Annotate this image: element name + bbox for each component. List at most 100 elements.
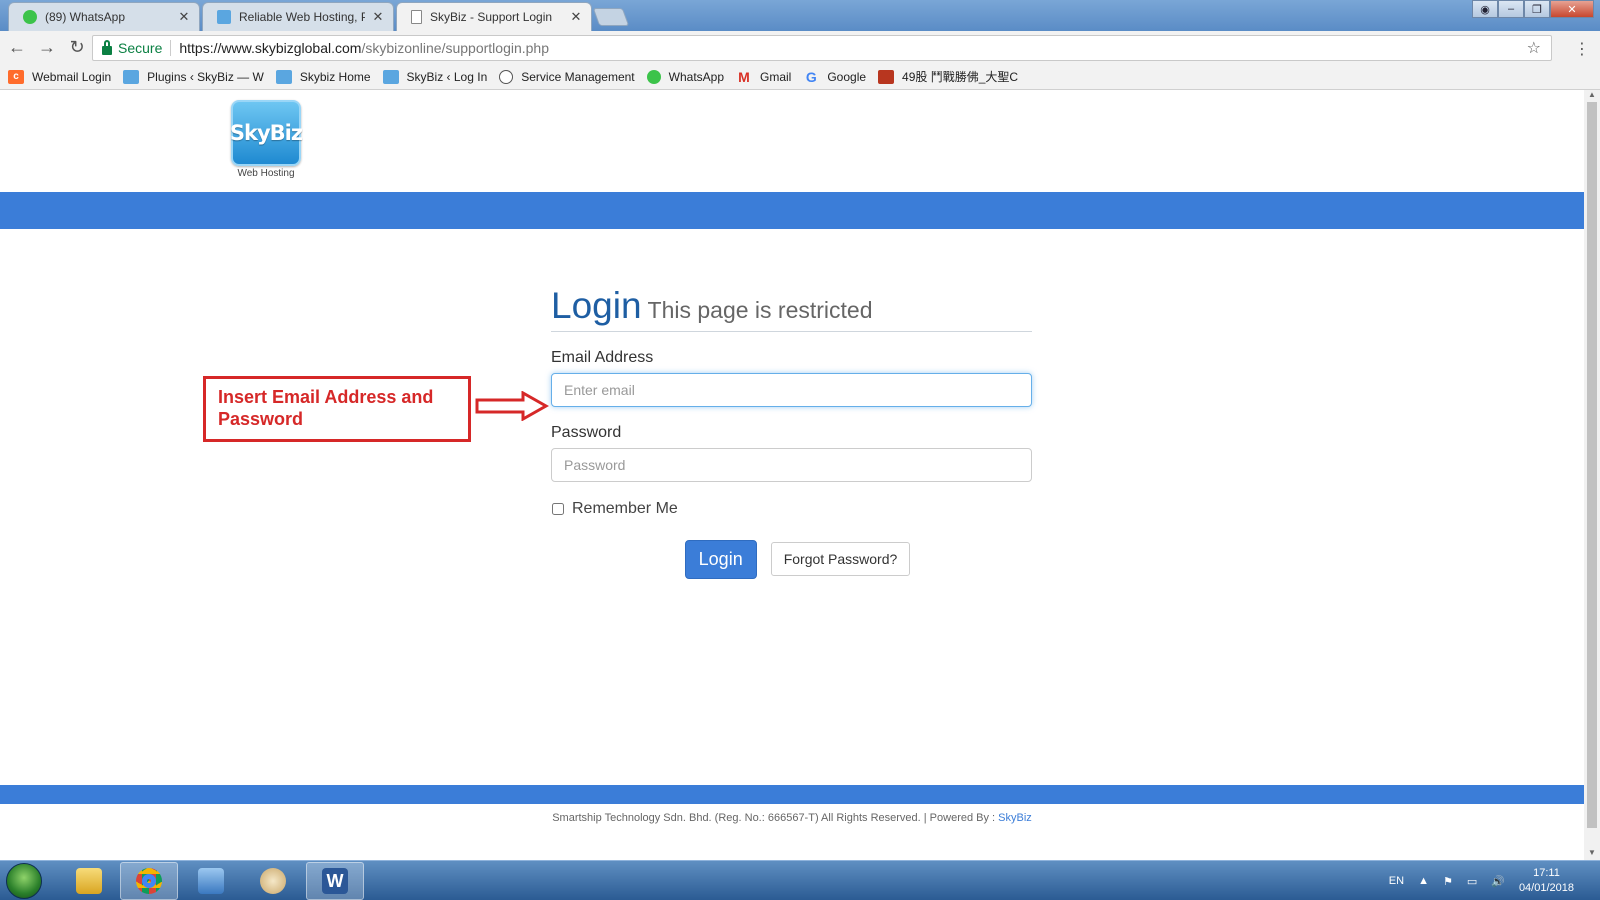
tab-reliable-web-hosting[interactable]: Reliable Web Hosting, Pr ✕ <box>202 2 394 31</box>
login-button[interactable]: Login <box>684 540 757 579</box>
browser-tab-strip: (89) WhatsApp ✕ Reliable Web Hosting, Pr… <box>0 0 1600 31</box>
footer-skybiz-link[interactable]: SkyBiz <box>998 812 1032 824</box>
taskbar-chrome[interactable] <box>120 862 178 900</box>
logo-badge: SkyBiz <box>229 100 303 166</box>
remember-me-row: Remember Me <box>551 500 1032 518</box>
bookmark-whatsapp[interactable]: WhatsApp <box>646 69 724 84</box>
windows-start-icon[interactable] <box>6 863 42 899</box>
skybiz-icon <box>275 69 292 84</box>
remember-me-checkbox[interactable] <box>552 503 564 515</box>
bookmark-label: 49股 鬥戰勝佛_大聖C <box>902 70 1019 84</box>
forgot-password-button[interactable]: Forgot Password? <box>770 542 911 576</box>
file-explorer-icon <box>76 868 102 894</box>
page-icon <box>411 10 422 24</box>
tab-title: Reliable Web Hosting, Pr <box>239 10 365 24</box>
footer-band <box>0 785 1584 804</box>
lock-icon <box>102 39 112 55</box>
network-icon[interactable]: ▭ <box>1467 875 1477 888</box>
google-icon: G <box>805 68 817 85</box>
whatsapp-icon <box>23 10 37 24</box>
bookmark-label: WhatsApp <box>668 69 724 84</box>
whatsapp-icon <box>646 69 661 84</box>
skybiz-logo[interactable]: SkyBiz Web Hosting <box>229 100 303 180</box>
login-heading: Login This page is restricted <box>551 285 1032 332</box>
close-icon[interactable]: ✕ <box>371 9 385 25</box>
user-icon[interactable]: ◉ <box>1472 0 1498 18</box>
reload-icon[interactable]: ↻ <box>64 35 90 61</box>
gmail-icon: M <box>738 68 750 85</box>
bookmark-service-management[interactable]: Service Management <box>499 69 635 84</box>
taskbar-file-explorer[interactable] <box>60 862 118 900</box>
bookmark-label: Service Management <box>521 69 635 84</box>
back-arrow-icon[interactable]: ← <box>4 35 30 61</box>
page-scrollbar[interactable]: ▲ ▼ <box>1584 90 1600 860</box>
chrome-icon <box>136 868 162 894</box>
url-path: /skybizonline/supportlogin.php <box>361 40 550 56</box>
cpanel-icon: c <box>8 69 24 84</box>
bookmark-gmail[interactable]: M Gmail <box>736 68 791 85</box>
remember-me-label: Remember Me <box>572 500 678 517</box>
bookmark-label: SkyBiz ‹ Log In <box>406 69 488 84</box>
remote-desktop-icon <box>198 868 224 894</box>
restore-button[interactable]: ❐ <box>1524 0 1550 18</box>
close-icon[interactable]: ✕ <box>177 9 191 25</box>
taskbar-remote-desktop[interactable] <box>182 862 240 900</box>
skybiz-icon <box>217 10 231 24</box>
taskbar-paint[interactable] <box>244 862 302 900</box>
bookmark-label: Google <box>827 69 867 84</box>
new-tab-button[interactable] <box>592 8 630 26</box>
login-title: Login <box>551 285 642 326</box>
action-center-flag-icon[interactable]: ⚑ <box>1443 875 1453 888</box>
tab-title: (89) WhatsApp <box>45 10 126 24</box>
language-indicator[interactable]: EN <box>1389 875 1404 887</box>
address-bar[interactable]: Secure https://www.skybizglobal.com/skyb… <box>92 35 1552 61</box>
footer-text: Smartship Technology Sdn. Bhd. (Reg. No.… <box>552 812 999 824</box>
bookmark-webmail-login[interactable]: c Webmail Login <box>8 69 112 84</box>
tab-whatsapp[interactable]: (89) WhatsApp ✕ <box>8 2 200 31</box>
bookmark-star-icon[interactable]: ☆ <box>1527 38 1541 58</box>
logo-text: SkyBiz <box>229 121 303 145</box>
password-label: Password <box>551 424 622 441</box>
tab-skybiz-support-login[interactable]: SkyBiz - Support Login ✕ <box>396 2 592 31</box>
annotation-text: Insert Email Address and Password <box>218 387 434 429</box>
email-label: Email Address <box>551 349 654 366</box>
scroll-thumb[interactable] <box>1587 102 1597 828</box>
logo-subtitle: Web Hosting <box>237 168 295 179</box>
clock[interactable]: 17:11 04/01/2018 <box>1519 866 1574 896</box>
taskbar: W EN ▲ ⚑ ▭ 🔊 17:11 04/01/2018 <box>0 860 1600 900</box>
separator <box>170 40 172 56</box>
button-row: Login Forgot Password? <box>551 540 1032 579</box>
email-field[interactable] <box>551 373 1032 407</box>
servicenow-icon <box>499 69 514 84</box>
minimize-button[interactable]: – <box>1498 0 1524 18</box>
footer: Smartship Technology Sdn. Bhd. (Reg. No.… <box>0 812 1584 824</box>
login-form: Login This page is restricted Email Addre… <box>551 285 1032 579</box>
forward-arrow-icon[interactable]: → <box>34 35 60 61</box>
word-icon: W <box>322 868 348 894</box>
show-hidden-icons-icon[interactable]: ▲ <box>1418 875 1429 887</box>
skybiz-icon <box>123 69 140 84</box>
scroll-down-icon[interactable]: ▼ <box>1584 848 1600 860</box>
bookmark-label: Plugins ‹ SkyBiz — W <box>147 69 264 84</box>
menu-icon[interactable]: ⋮ <box>1574 39 1590 59</box>
bookmark-label: Skybiz Home <box>299 69 371 84</box>
url-host: https://www.skybizglobal.com <box>179 40 362 56</box>
bookmark-label: Webmail Login <box>32 69 112 84</box>
bookmark-skybiz-home[interactable]: Skybiz Home <box>275 69 371 84</box>
close-icon[interactable]: ✕ <box>569 9 583 25</box>
password-field[interactable] <box>551 448 1032 482</box>
paint-icon <box>260 868 286 894</box>
bookmarks-bar: c Webmail Login Plugins ‹ SkyBiz — W Sky… <box>0 64 1600 90</box>
bookmark-google[interactable]: G Google <box>803 68 867 85</box>
close-window-button[interactable]: ✕ <box>1550 0 1594 18</box>
bookmark-skybiz-login[interactable]: SkyBiz ‹ Log In <box>382 69 488 84</box>
taskbar-word[interactable]: W <box>306 862 364 900</box>
annotation-callout: Insert Email Address and Password <box>203 376 471 442</box>
clock-date: 04/01/2018 <box>1518 882 1574 894</box>
volume-icon[interactable]: 🔊 <box>1491 875 1505 888</box>
bookmark-plugins-skybiz[interactable]: Plugins ‹ SkyBiz — W <box>123 69 264 84</box>
header-band <box>0 192 1584 229</box>
scroll-up-icon[interactable]: ▲ <box>1584 90 1600 102</box>
bookmark-chinese-site[interactable]: 49股 鬥戰勝佛_大聖C <box>878 68 1018 85</box>
login-subtitle: This page is restricted <box>647 297 873 323</box>
